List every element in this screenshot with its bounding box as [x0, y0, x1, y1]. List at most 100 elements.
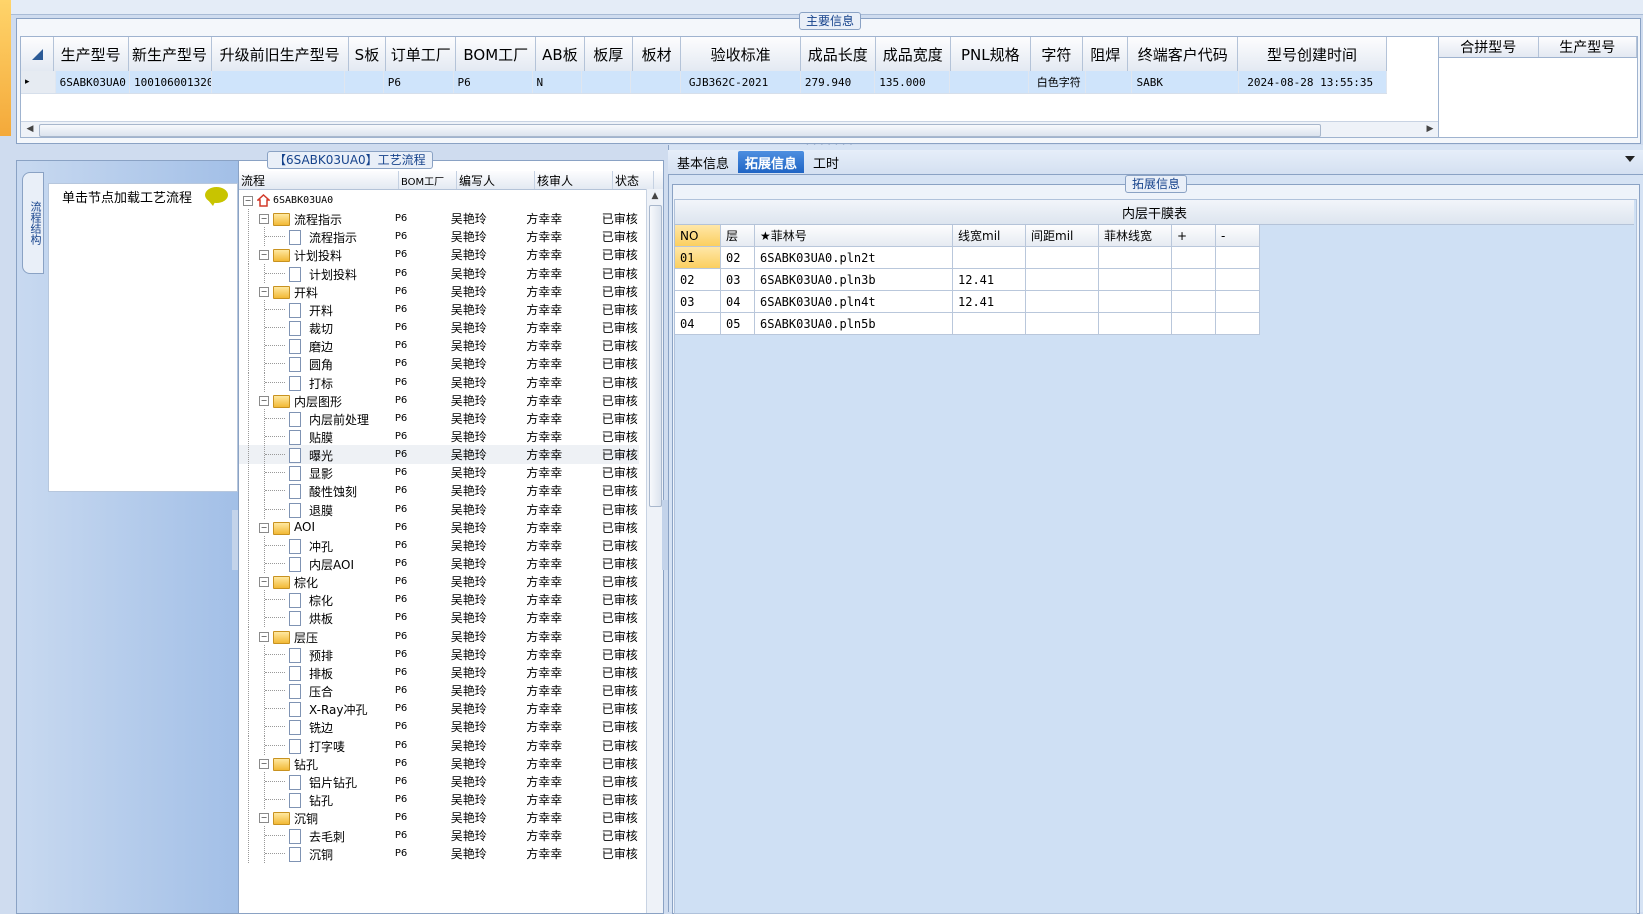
main-cell[interactable]: 135.000	[875, 71, 950, 93]
main-col-header[interactable]: 板厚	[585, 37, 633, 71]
film-cell[interactable]: 02	[675, 269, 721, 291]
tree-node-cell[interactable]: 裁切	[239, 318, 393, 338]
tree-leaf-node[interactable]: 磨边 P6 吴艳玲 方幸幸 已审核	[239, 336, 639, 356]
film-cell[interactable]	[1099, 247, 1172, 269]
tree-root-node[interactable]: − 6SABK03UA0	[239, 191, 639, 210]
main-col-header[interactable]: 成品宽度	[876, 37, 951, 71]
tab-extended-info[interactable]: 拓展信息	[738, 151, 805, 173]
tree-leaf-node[interactable]: 内层前处理 P6 吴艳玲 方幸幸 已审核	[239, 408, 639, 428]
tree-leaf-node[interactable]: X-Ray冲孔 P6 吴艳玲 方幸幸 已审核	[239, 699, 639, 719]
film-cell[interactable]	[953, 247, 1026, 269]
film-table-row[interactable]: 04 05 6SABK03UA0.pln5b	[675, 313, 1260, 335]
tree-node-cell[interactable]: 打标	[239, 372, 393, 392]
tree-leaf-node[interactable]: 贴膜 P6 吴艳玲 方幸幸 已审核	[239, 426, 639, 446]
film-cell[interactable]	[1026, 291, 1099, 313]
tree-node-cell[interactable]: − 开料	[239, 281, 393, 301]
collapse-icon[interactable]: −	[259, 758, 269, 769]
tree-leaf-node[interactable]: 铣边 P6 吴艳玲 方幸幸 已审核	[239, 717, 639, 737]
tree-leaf-node[interactable]: 圆角 P6 吴艳玲 方幸幸 已审核	[239, 354, 639, 374]
main-col-header[interactable]: 阻焊	[1083, 37, 1129, 71]
collapse-icon[interactable]: −	[259, 395, 269, 406]
tree-node-cell[interactable]: 开料	[239, 299, 393, 319]
tree-node-cell[interactable]: 显影	[239, 463, 393, 483]
tree-group-node[interactable]: − 层压 P6 吴艳玲 方幸幸 已审核	[239, 626, 639, 646]
main-grid[interactable]: 生产型号 新生产型号 升级前旧生产型号 S板 订单工厂 BOM工厂 AB板 板厚 板材 验收标准成…	[20, 36, 1440, 138]
tree-node-cell[interactable]: − 计划投料	[239, 245, 393, 265]
main-cell[interactable]	[631, 71, 681, 93]
tab-basic-info[interactable]: 基本信息	[670, 151, 736, 173]
film-cell[interactable]: 12.41	[953, 291, 1026, 313]
tree-leaf-node[interactable]: 烘板 P6 吴艳玲 方幸幸 已审核	[239, 608, 639, 628]
tree-leaf-node[interactable]: 计划投料 P6 吴艳玲 方幸幸 已审核	[239, 263, 639, 283]
tree-leaf-node[interactable]: 钻孔 P6 吴艳玲 方幸幸 已审核	[239, 789, 639, 809]
tree-node-cell[interactable]: 压合	[239, 681, 393, 701]
film-cell[interactable]: 03	[721, 269, 755, 291]
main-col-header[interactable]: BOM工厂	[456, 37, 537, 71]
film-cell[interactable]	[1172, 269, 1216, 291]
tree-node-cell[interactable]: − 钻孔	[239, 753, 393, 773]
tree-node-cell[interactable]: 内层AOI	[239, 554, 393, 573]
film-table-row[interactable]: 03 04 6SABK03UA0.pln4t 12.41	[675, 291, 1260, 313]
main-cell[interactable]	[212, 71, 345, 93]
main-col-header[interactable]: 新生产型号	[129, 37, 212, 71]
tab-dropdown-icon[interactable]	[1625, 156, 1635, 162]
main-cell[interactable]: 6SABK03UA0	[56, 71, 131, 93]
main-cell[interactable]: 2024-08-28 13:55:35	[1239, 71, 1388, 93]
tree-group-node[interactable]: − AOI P6 吴艳玲 方幸幸 已审核	[239, 517, 639, 537]
tree-leaf-node[interactable]: 冲孔 P6 吴艳玲 方幸幸 已审核	[239, 535, 639, 555]
main-col-header[interactable]: 终端客户代码	[1128, 37, 1239, 71]
film-table-row[interactable]: 02 03 6SABK03UA0.pln3b 12.41	[675, 269, 1260, 291]
collapse-icon[interactable]: −	[259, 813, 269, 824]
main-cell[interactable]: N	[533, 71, 582, 93]
tree-leaf-node[interactable]: 裁切 P6 吴艳玲 方幸幸 已审核	[239, 318, 639, 338]
film-cell[interactable]	[1026, 313, 1099, 335]
tree-node-cell[interactable]: − 6SABK03UA0	[239, 191, 396, 210]
tree-node-cell[interactable]: − AOI	[239, 517, 393, 537]
tree-vscrollbar[interactable]: ▲	[646, 189, 663, 913]
collapse-icon[interactable]: −	[259, 577, 269, 588]
main-col-header[interactable]: 订单工厂	[386, 37, 457, 71]
film-cell[interactable]: 6SABK03UA0.pln5b	[755, 313, 953, 335]
main-col-header[interactable]: 升级前旧生产型号	[212, 37, 349, 71]
main-col-header[interactable]: PNL规格	[951, 37, 1031, 71]
tree-node-cell[interactable]: 磨边	[239, 336, 393, 356]
tree-leaf-node[interactable]: 预排 P6 吴艳玲 方幸幸 已审核	[239, 644, 639, 664]
tree-node-cell[interactable]: 贴膜	[239, 426, 393, 446]
tree-leaf-node[interactable]: 退膜 P6 吴艳玲 方幸幸 已审核	[239, 499, 639, 519]
tree-leaf-node[interactable]: 开料 P6 吴艳玲 方幸幸 已审核	[239, 299, 639, 319]
tree-node-cell[interactable]: 烘板	[239, 608, 393, 628]
film-cell[interactable]	[1099, 313, 1172, 335]
tree-leaf-node[interactable]: 压合 P6 吴艳玲 方幸幸 已审核	[239, 681, 639, 701]
remove-column-button[interactable]: -	[1216, 225, 1260, 247]
main-grid-hscrollbar[interactable]: ◀ ▶	[21, 121, 1439, 137]
tree-group-node[interactable]: − 计划投料 P6 吴艳玲 方幸幸 已审核	[239, 245, 639, 265]
film-cell[interactable]: 12.41	[953, 269, 1026, 291]
tree-node-cell[interactable]: 计划投料	[239, 263, 393, 283]
tree-node-cell[interactable]: 圆角	[239, 354, 393, 374]
main-cell[interactable]: GJB362C-2021	[681, 71, 801, 93]
tree-leaf-node[interactable]: 曝光 P6 吴艳玲 方幸幸 已审核	[239, 445, 639, 465]
collapse-icon[interactable]: −	[259, 214, 269, 225]
main-cell[interactable]	[582, 71, 632, 93]
main-col-header[interactable]: 验收标准	[681, 37, 801, 71]
tree-leaf-node[interactable]: 铝片钻孔 P6 吴艳玲 方幸幸 已审核	[239, 771, 639, 791]
tree-leaf-node[interactable]: 打标 P6 吴艳玲 方幸幸 已审核	[239, 372, 639, 392]
film-cell[interactable]	[1026, 247, 1099, 269]
main-cell[interactable]	[950, 71, 1029, 93]
film-table-row[interactable]: 01 02 6SABK03UA0.pln2t	[675, 247, 1260, 269]
main-col-header[interactable]: S板	[349, 37, 387, 71]
film-cell[interactable]	[1099, 269, 1172, 291]
tree-leaf-node[interactable]: 打字唛 P6 吴艳玲 方幸幸 已审核	[239, 735, 639, 755]
tree-node-cell[interactable]: 冲孔	[239, 535, 393, 555]
film-cell[interactable]: 05	[721, 313, 755, 335]
film-cell[interactable]	[1172, 247, 1216, 269]
tree-leaf-node[interactable]: 酸性蚀刻 P6 吴艳玲 方幸幸 已审核	[239, 481, 639, 501]
scroll-right-icon[interactable]: ▶	[1423, 122, 1437, 136]
collapse-icon[interactable]: −	[259, 522, 269, 533]
collapse-icon[interactable]: −	[259, 631, 269, 642]
tree-node-cell[interactable]: 预排	[239, 644, 393, 664]
film-cell[interactable]	[1172, 291, 1216, 313]
film-cell[interactable]: 04	[675, 313, 721, 335]
main-col-header[interactable]: 板材	[633, 37, 682, 71]
main-cell[interactable]	[1086, 71, 1133, 93]
